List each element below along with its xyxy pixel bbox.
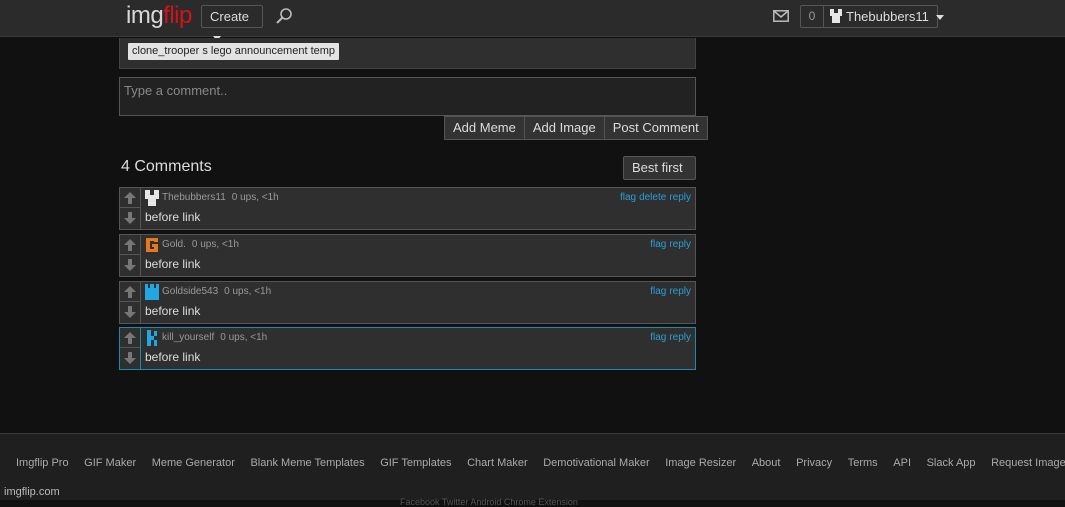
comment-reply-link[interactable]: reply: [669, 239, 691, 250]
comment-reply-link[interactable]: reply: [669, 286, 691, 297]
comment-reply-link[interactable]: reply: [669, 332, 691, 343]
comment-delete-link[interactable]: delete: [639, 192, 666, 203]
footer-links: Imgflip Pro GIF Maker Meme Generator Blank …: [16, 457, 1065, 469]
comment-actions: flag delete reply: [617, 192, 691, 203]
comment-reply-link[interactable]: reply: [669, 192, 691, 203]
arrow-down-icon: [124, 352, 136, 364]
footer-link[interactable]: Demotivational Maker: [543, 457, 649, 469]
comment-item: Goldside543 0 ups, <1h before link flag re…: [119, 281, 696, 324]
comment-stats: 0 ups, <1h: [220, 332, 268, 343]
search-icon[interactable]: [275, 7, 293, 25]
comment-item: Thebubbers11 0 ups, <1h before link flag d…: [119, 187, 696, 230]
user-avatar-icon[interactable]: [144, 284, 160, 300]
post-comment-button[interactable]: Post Comment: [604, 116, 708, 140]
upvote-button[interactable]: [120, 328, 140, 348]
comment-username[interactable]: kill_yourself: [162, 332, 214, 343]
footer-link[interactable]: Slack App: [927, 457, 976, 469]
comment-username[interactable]: Goldside543: [162, 286, 218, 297]
comment-meta: Gold. 0 ups, <1h: [162, 239, 239, 250]
comment-stats: 0 ups, <1h: [231, 192, 279, 203]
comment-actions: flag reply: [647, 332, 691, 343]
user-avatar-icon[interactable]: [144, 237, 160, 253]
comment-meta: Thebubbers11 0 ups, <1h: [162, 192, 279, 203]
arrow-down-icon: [124, 306, 136, 318]
arrow-up-icon: [124, 331, 136, 344]
footer-link[interactable]: GIF Maker: [84, 457, 136, 469]
comment-input[interactable]: [119, 77, 696, 116]
logo-text-flip: flip: [163, 2, 192, 29]
imgflip-logo[interactable]: imgflip: [126, 2, 192, 30]
comment-text: before link: [145, 257, 201, 271]
vote-controls: [120, 188, 141, 229]
vote-controls: [120, 328, 141, 369]
add-image-button[interactable]: Add Image: [524, 116, 605, 140]
footer-faded-links: Facebook Twitter Android Chrome Extensio…: [400, 497, 578, 507]
caret-down-icon: [935, 15, 944, 21]
sort-dropdown-button[interactable]: Best first: [623, 156, 696, 194]
upvote-button[interactable]: [120, 282, 140, 302]
downvote-button[interactable]: [120, 302, 140, 322]
footer-link[interactable]: Imgflip Pro: [16, 457, 69, 469]
user-avatar-icon[interactable]: [144, 190, 160, 206]
footer: Imgflip Pro GIF Maker Meme Generator Blank …: [0, 433, 1065, 507]
comment-username[interactable]: Thebubbers11: [162, 192, 226, 203]
comment-flag-link[interactable]: flag: [650, 332, 666, 343]
upvote-button[interactable]: [120, 188, 140, 208]
create-label: Create: [210, 9, 250, 24]
upvote-button[interactable]: [120, 235, 140, 255]
downvote-button[interactable]: [120, 348, 140, 368]
comment-username[interactable]: Gold.: [162, 239, 186, 250]
top-nav-bar: imgflip Create 0 Thebubbers11: [0, 0, 1065, 42]
arrow-up-icon: [124, 191, 136, 204]
comment-item: kill_yourself 0 ups, <1h before link flag…: [119, 327, 696, 370]
footer-link[interactable]: Request Image Removal: [991, 457, 1065, 469]
meme-tags-box: clone_trooper s lego announcement temp: [119, 38, 696, 69]
mail-icon[interactable]: [773, 10, 789, 22]
arrow-down-icon: [124, 259, 136, 271]
template-tag[interactable]: clone_trooper s lego announcement temp: [128, 43, 340, 60]
comment-meta: kill_yourself 0 ups, <1h: [162, 332, 267, 343]
downvote-button[interactable]: [120, 255, 140, 275]
footer-link[interactable]: About: [752, 457, 781, 469]
downvote-button[interactable]: [120, 208, 140, 228]
footer-link[interactable]: API: [893, 457, 911, 469]
vote-controls: [120, 282, 141, 323]
comment-meta: Goldside543 0 ups, <1h: [162, 286, 271, 297]
comment-flag-link[interactable]: flag: [620, 192, 636, 203]
arrow-up-icon: [124, 238, 136, 251]
comment-stats: 0 ups, <1h: [191, 239, 239, 250]
logo-text-img: img: [126, 2, 164, 29]
comments-count-title: 4 Comments: [121, 158, 212, 175]
create-dropdown-button[interactable]: Create: [201, 5, 263, 42]
footer-link[interactable]: Blank Meme Templates: [250, 457, 364, 469]
arrow-down-icon: [124, 212, 136, 224]
user-avatar-icon: [830, 9, 842, 23]
comment-item: Gold. 0 ups, <1h before link flag reply: [119, 234, 696, 277]
footer-link[interactable]: Chart Maker: [467, 457, 528, 469]
footer-link[interactable]: GIF Templates: [380, 457, 451, 469]
comment-text: before link: [145, 350, 201, 364]
comment-stats: 0 ups, <1h: [224, 286, 272, 297]
username-label: Thebubbers11: [846, 9, 929, 24]
footer-link[interactable]: Terms: [848, 457, 878, 469]
arrow-up-icon: [124, 285, 136, 298]
footer-link[interactable]: Image Resizer: [665, 457, 736, 469]
vote-controls: [120, 235, 141, 276]
notification-count[interactable]: 0: [800, 5, 823, 28]
comment-actions: flag reply: [647, 239, 691, 250]
sort-label: Best first: [632, 160, 683, 175]
add-meme-button[interactable]: Add Meme: [444, 116, 525, 140]
comment-form-buttons: Add Meme Add Image Post Comment: [444, 116, 708, 140]
comment-text: before link: [145, 304, 201, 318]
footer-link[interactable]: Meme Generator: [152, 457, 235, 469]
comment-text: before link: [145, 210, 201, 224]
site-url: imgflip.com: [4, 486, 60, 498]
comment-actions: flag reply: [647, 286, 691, 297]
user-menu-button[interactable]: Thebubbers11: [823, 5, 944, 28]
comment-flag-link[interactable]: flag: [650, 286, 666, 297]
comment-flag-link[interactable]: flag: [650, 239, 666, 250]
footer-link[interactable]: Privacy: [796, 457, 832, 469]
user-avatar-icon[interactable]: [144, 330, 160, 346]
